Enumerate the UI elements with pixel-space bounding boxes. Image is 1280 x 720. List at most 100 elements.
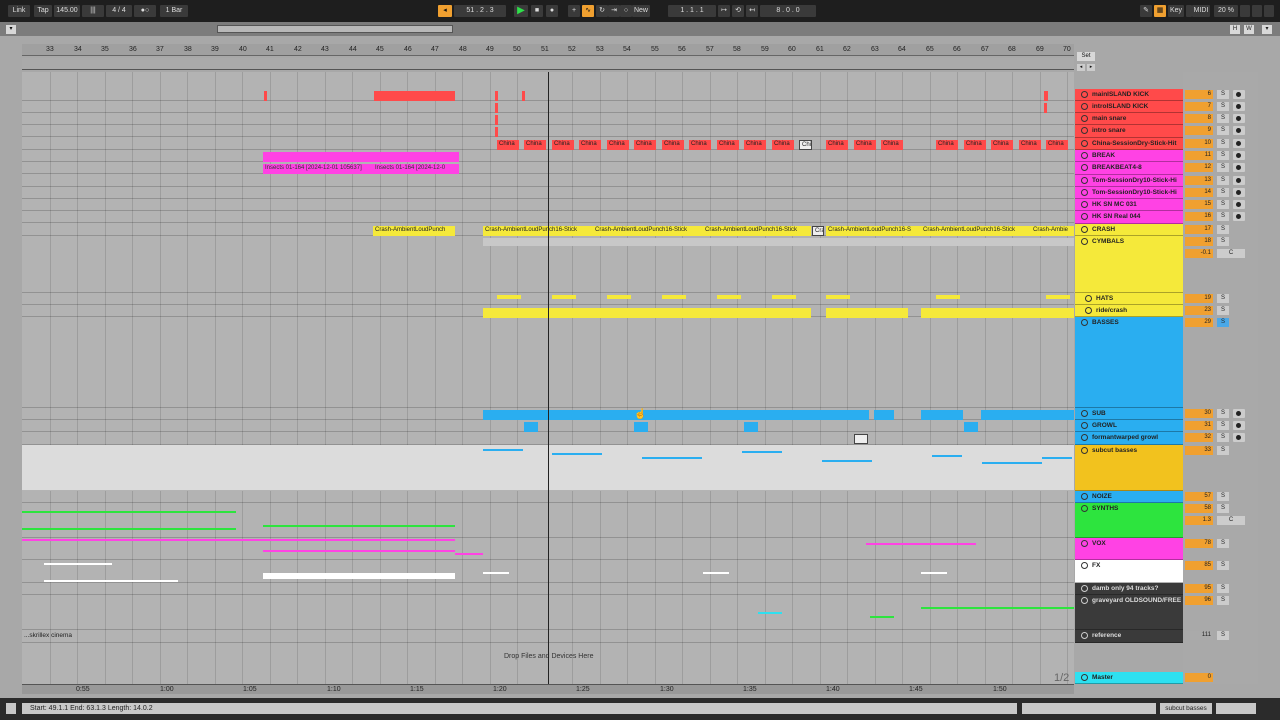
stop-button[interactable]: ■ [531,5,543,17]
arm-button[interactable] [1233,90,1245,99]
clip-china[interactable]: China [772,140,794,150]
solo-button[interactable]: S [1217,561,1229,570]
clip-china[interactable]: China [717,140,739,150]
solo-button[interactable]: S [1217,318,1229,327]
overdub-button[interactable]: + [568,5,580,17]
record-arm-icon[interactable] [1081,91,1088,98]
track-header[interactable]: main snare [1075,113,1183,125]
clip-insects[interactable]: Insects 01-164 [2024-12-01 105637] [263,164,373,174]
track-activator[interactable]: 95 [1185,584,1213,593]
track-activator[interactable]: 111 [1185,631,1213,640]
fold-icon[interactable] [1081,493,1088,500]
track-activator[interactable]: 0 [1185,673,1213,682]
arm-button[interactable] [1233,409,1245,418]
automation-arm-button[interactable]: ∿ [582,5,594,17]
track-header[interactable]: introISLAND KICK [1075,101,1183,113]
arrangement-view[interactable]: China China China China China China Chin… [22,72,1074,684]
clip[interactable] [1044,91,1048,101]
solo-button[interactable]: S [1217,200,1229,209]
arm-button[interactable] [1233,421,1245,430]
solo-button[interactable]: S [1217,446,1229,455]
clip-crash[interactable]: Crash-Ambie [1031,226,1074,236]
clip-ride[interactable] [483,308,811,318]
clip-growl[interactable] [744,422,758,432]
fold-icon[interactable] [1081,674,1088,681]
track-header[interactable]: mainISLAND KICK [1075,89,1183,101]
pan-knob[interactable]: C [1217,249,1245,258]
record-arm-icon[interactable] [1081,213,1088,220]
clip-china[interactable]: China [497,140,519,150]
session-record[interactable]: ○ [620,5,632,17]
link-button[interactable]: Link [8,5,30,17]
track-activator[interactable]: 78 [1185,539,1213,548]
record-arm-icon[interactable] [1081,140,1088,147]
follow-button[interactable]: ◂ [438,5,452,17]
tap-button[interactable]: Tap [34,5,52,17]
clip-break[interactable] [263,152,459,162]
volume-field[interactable]: -0.1 [1185,249,1213,258]
clip[interactable] [495,103,498,113]
track-header[interactable]: China-SessionDry-Stick-Hit [1075,138,1183,150]
fold-icon[interactable] [1081,597,1088,604]
clip-crash[interactable]: Crash-AmbientLoudPunch16-Stick [703,226,811,236]
quantize-menu[interactable]: 1 Bar [160,5,188,17]
track-activator[interactable]: 57 [1185,492,1213,501]
solo-button[interactable]: S [1217,114,1229,123]
record-arm-icon[interactable] [1081,164,1088,171]
track-activator[interactable]: 11 [1185,151,1213,160]
track-activator[interactable]: 7 [1185,102,1213,111]
record-arm-icon[interactable] [1081,127,1088,134]
fold-icon[interactable] [1081,447,1088,454]
clip-china[interactable]: China [1019,140,1041,150]
loop-length[interactable]: 8 . 0 . 0 [760,5,816,17]
arm-button[interactable] [1233,102,1245,111]
track-activator[interactable]: 31 [1185,421,1213,430]
track-header[interactable]: GROWL [1075,420,1183,432]
track-header[interactable]: CRASH [1075,224,1183,236]
clip-growl[interactable] [634,422,648,432]
clip-china[interactable]: China [854,140,876,150]
clip-hats[interactable] [717,295,741,299]
draw-mode[interactable]: ✎ [1140,5,1152,17]
loop-switch[interactable]: ⟲ [732,5,744,17]
clip-china[interactable]: China [607,140,629,150]
beat-time-ruler[interactable]: 33 34 35 36 37 38 39 40 41 42 43 44 45 4… [22,44,1074,56]
track-activator[interactable]: 16 [1185,212,1213,221]
fold-icon[interactable] [1081,226,1088,233]
clip-china[interactable]: China [524,140,546,150]
clip-hats[interactable] [826,295,850,299]
key-map-button[interactable]: Key [1168,5,1184,17]
record-arm-icon[interactable] [1081,434,1088,441]
clip-sub[interactable] [981,410,1074,420]
record-arm-icon[interactable] [1081,152,1088,159]
solo-button[interactable]: S [1217,306,1229,315]
clip-crash[interactable]: Crash-AmbientLoudPunch16-S [826,226,921,236]
track-header-selected[interactable]: subcut basses [1075,445,1183,491]
solo-button[interactable]: S [1217,492,1229,501]
fold-icon[interactable] [1085,295,1092,302]
solo-button[interactable]: S [1217,237,1229,246]
solo-button[interactable]: S [1217,126,1229,135]
track-header[interactable]: ride/crash [1075,305,1183,317]
clip-china[interactable]: China [1046,140,1068,150]
time-ruler[interactable]: 0:55 1:00 1:05 1:10 1:15 1:20 1:25 1:30 … [22,684,1074,694]
track-activator[interactable]: 23 [1185,306,1213,315]
fold-icon[interactable] [1085,307,1092,314]
arm-button[interactable] [1233,176,1245,185]
track-activator[interactable]: 6 [1185,90,1213,99]
collapse-icon[interactable]: ▾ [6,25,16,34]
play-button[interactable]: ▶ [514,5,528,17]
solo-button[interactable]: S [1217,294,1229,303]
punch-in[interactable]: ↦ [718,5,730,17]
solo-button[interactable]: S [1217,596,1229,605]
track-activator[interactable]: 58 [1185,504,1213,513]
record-arm-icon[interactable] [1081,189,1088,196]
clip[interactable] [522,91,525,101]
record-arm-icon[interactable] [1081,410,1088,417]
solo-button[interactable]: S [1217,504,1229,513]
punch-out[interactable]: ↤ [746,5,758,17]
tempo-nudge[interactable]: ||| [82,5,104,17]
track-header[interactable]: SUB [1075,408,1183,420]
arm-button[interactable] [1233,114,1245,123]
new-button[interactable]: New [632,5,650,17]
